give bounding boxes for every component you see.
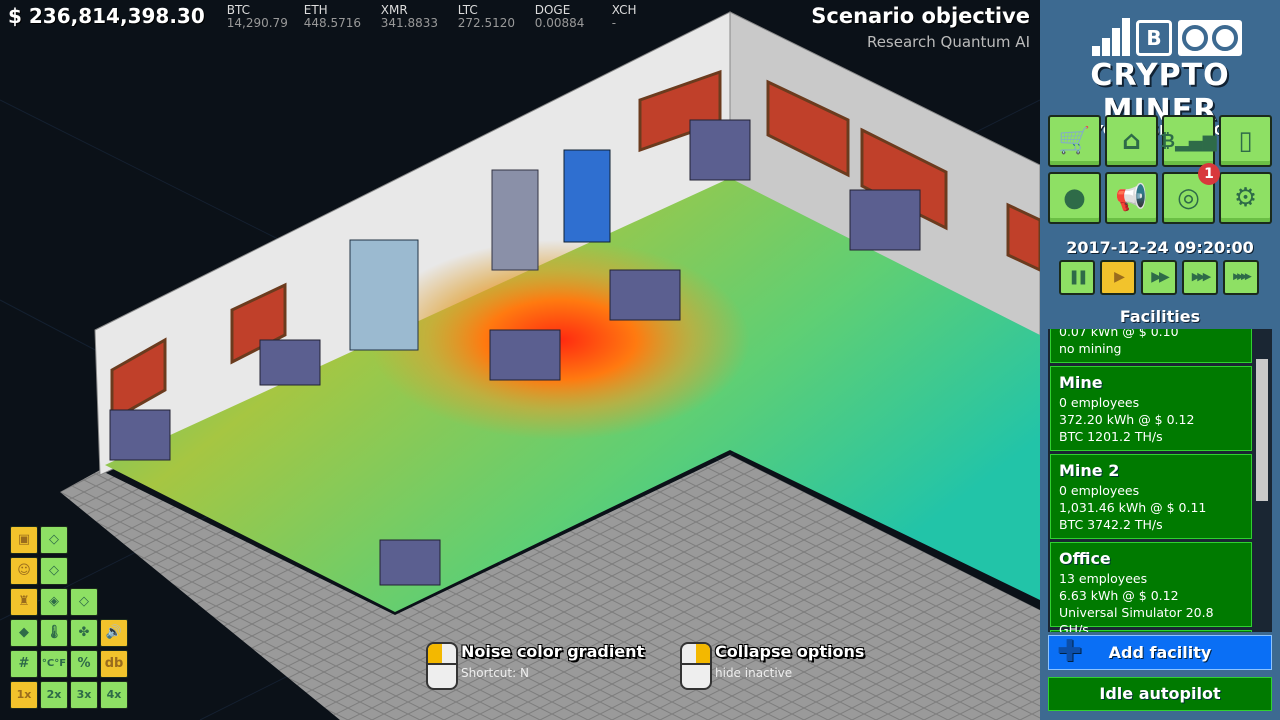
gpu-icon [1178,20,1242,56]
facilities-list[interactable]: 0.07 kWh @ $ 0.10 no mining Mine 0 employe… [1048,329,1272,632]
server-rack [563,149,611,243]
phone-icon[interactable]: ▯ [1219,115,1272,167]
faster-button[interactable]: ▶▶▶ [1182,260,1218,295]
game-datetime: 2017-12-24 09:20:00 [1066,238,1254,257]
hint-collapse-options: Collapse options hide inactive [680,642,864,690]
notification-badge: 1 [1198,163,1220,185]
layer-toggle-icon[interactable]: ◇ [70,588,98,616]
top-bar: $ 236,814,398.30 BTC 14,290.79 ETH 448.571… [8,4,689,30]
price-btc: BTC 14,290.79 [226,3,288,30]
fridge [349,239,419,351]
zoom-1x-icon[interactable]: 1x [10,681,38,709]
hint-noise-gradient: Noise color gradient Shortcut: N [426,642,644,690]
pause-button[interactable]: ❚❚ [1059,260,1095,295]
layer-toggle-icon[interactable]: ◇ [40,526,68,554]
temperature-unit-icon[interactable]: °C°F [40,650,68,678]
facility-card-mine[interactable]: Mine 0 employees 372.20 kWh @ $ 0.12 BTC 12… [1050,366,1252,451]
zoom-2x-icon[interactable]: 2x [40,681,68,709]
logo-icons: B [1092,16,1242,56]
shop-cart-icon[interactable]: 🛒 [1048,115,1101,167]
zoom-4x-icon[interactable]: 4x [100,681,128,709]
mouse-right-click-icon [680,642,712,690]
price-xmr: XMR 341.8833 [380,3,439,30]
percent-button[interactable]: % [70,650,98,678]
bitcoin-chart-icon[interactable]: ₿▂▄▆ [1160,115,1217,167]
fan-icon[interactable]: ✤ [70,619,98,647]
facilities-title: Facilities [1119,307,1201,326]
zoom-3x-icon[interactable]: 3x [70,681,98,709]
settings-gear-icon[interactable]: ⚙ [1219,172,1272,224]
price-xch: XCH - [611,3,637,30]
facility-card-mine-2[interactable]: Mine 20 employees 1,031.46 kWh @ $ 0.11 BT… [1050,454,1252,539]
add-facility-button[interactable]: ✚ Add facility [1048,635,1272,670]
people-toggle-icon[interactable]: ☺ [10,557,38,585]
facility-card-office[interactable]: Office 13 employees 6.63 kWh @ $ 0.12 Unive… [1050,542,1252,632]
fast-forward-button[interactable]: ▶▶ [1141,260,1177,295]
floor-layer-icon[interactable]: ◆ [10,619,38,647]
price-doge: DOGE 0.00884 [534,3,585,30]
employee-icon[interactable]: ● [1048,172,1101,224]
layer-toggle-icon[interactable]: ◇ [40,557,68,585]
plus-icon: ✚ [1057,634,1083,669]
facility-garage-icon[interactable]: ⌂ [1105,115,1158,167]
game-scene[interactable] [0,0,1040,720]
facilities-scrollbar[interactable] [1256,359,1268,501]
bitcoin-chip-icon: B [1136,20,1172,56]
layer-toggle-icon[interactable]: ◈ [40,588,68,616]
grid-icon[interactable]: # [10,650,38,678]
decibel-button[interactable]: db [100,650,128,678]
idle-autopilot-button[interactable]: Idle autopilot [1048,677,1272,711]
walls-toggle-icon[interactable]: ▣ [10,526,38,554]
signal-bars-icon [1092,18,1130,56]
play-button[interactable]: ▶ [1100,260,1136,295]
balance: $ 236,814,398.30 [8,4,205,28]
furniture-toggle-icon[interactable]: ♜ [10,588,38,616]
door [491,169,539,271]
noise-speaker-icon[interactable]: 🔊 [100,619,128,647]
price-eth: ETH 448.5716 [303,3,362,30]
side-panel: B CRYPTO MINER TYCOON SIMULATOR 🛒 ⌂ ₿▂▄▆… [1040,0,1280,720]
scenario-objective: Scenario objective Research Quantum AI [811,4,1030,51]
mouse-left-click-icon [426,642,458,690]
thermometer-icon[interactable]: 🌡 [40,619,68,647]
fastest-button[interactable]: ▶▶▶▶ [1223,260,1259,295]
megaphone-icon[interactable]: 📢 [1105,172,1158,224]
price-ltc: LTC 272.5120 [457,3,516,30]
facility-card[interactable]: 0.07 kWh @ $ 0.10 no mining [1050,329,1252,363]
